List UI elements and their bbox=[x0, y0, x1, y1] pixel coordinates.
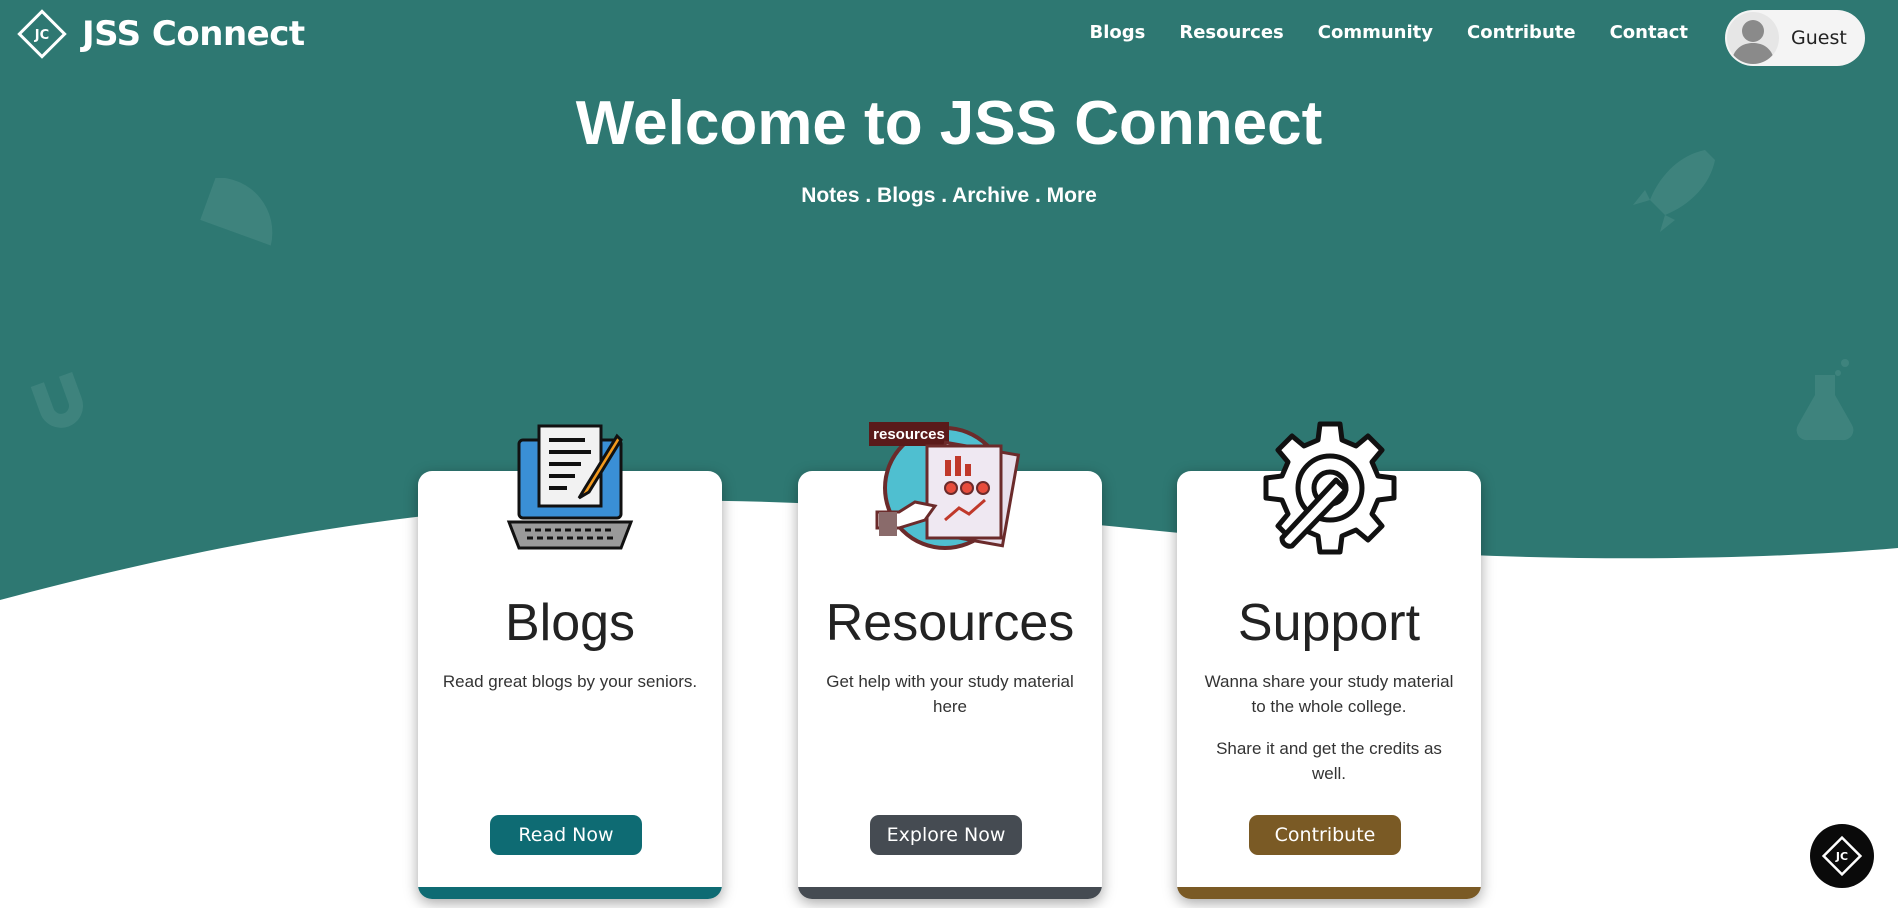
nav-link-contribute[interactable]: Contribute bbox=[1467, 22, 1576, 43]
hero-subtitle: Notes . Blogs . Archive . More bbox=[801, 184, 1097, 207]
user-menu-button[interactable]: Guest bbox=[1725, 10, 1865, 66]
nav-link-community[interactable]: Community bbox=[1318, 22, 1433, 43]
card-description-line: Get help with your study material here bbox=[826, 672, 1074, 716]
card-accent-bar bbox=[1177, 887, 1481, 899]
hero-title: Welcome to JSS Connect bbox=[575, 89, 1323, 158]
nav-link-contact[interactable]: Contact bbox=[1610, 22, 1688, 43]
read-now-button[interactable]: Read Now bbox=[490, 815, 642, 855]
avatar-icon bbox=[1727, 12, 1779, 64]
resources-icon-label: resources bbox=[873, 426, 945, 443]
flask-icon bbox=[1796, 359, 1854, 441]
card-description-line: Share it and get the credits as well. bbox=[1216, 739, 1442, 783]
svg-text:JC: JC bbox=[1835, 850, 1848, 863]
user-label: Guest bbox=[1791, 27, 1847, 49]
magnet-icon bbox=[30, 371, 84, 428]
explore-now-button[interactable]: Explore Now bbox=[870, 815, 1022, 855]
card-title: Resources bbox=[825, 594, 1075, 652]
card-accent-bar bbox=[798, 887, 1102, 899]
brand-logo-icon: JC bbox=[17, 9, 67, 59]
brand-name: JSS Connect bbox=[82, 14, 305, 54]
card-accent-bar bbox=[418, 887, 722, 899]
laptop-notes-icon bbox=[506, 424, 634, 550]
svg-text:JC: JC bbox=[34, 28, 49, 43]
chat-fab-button[interactable]: JC bbox=[1810, 824, 1874, 888]
card-title: Blogs bbox=[504, 594, 636, 652]
resources-report-icon: resources bbox=[869, 422, 1021, 550]
card-description: Wanna share your study material to the w… bbox=[1199, 669, 1459, 786]
nav-link-blogs[interactable]: Blogs bbox=[1089, 22, 1145, 43]
gear-wrench-icon bbox=[1263, 421, 1397, 555]
card-description: Get help with your study material here bbox=[820, 669, 1080, 719]
card-description-line: Wanna share your study material to the w… bbox=[1204, 672, 1454, 716]
contribute-button[interactable]: Contribute bbox=[1249, 815, 1401, 855]
jc-logo-icon: JC bbox=[1821, 835, 1863, 877]
brand[interactable]: JC JSS Connect bbox=[16, 7, 305, 61]
card-description-line: Read great blogs by your seniors. bbox=[442, 672, 698, 691]
top-navbar: JC JSS Connect Blogs Resources Community… bbox=[0, 0, 1898, 70]
card-description: Read great blogs by your seniors. bbox=[440, 669, 700, 694]
card-title: Support bbox=[1237, 594, 1421, 652]
nav-links: Blogs Resources Community Contribute Con… bbox=[1089, 22, 1688, 43]
nav-link-resources[interactable]: Resources bbox=[1179, 22, 1283, 43]
